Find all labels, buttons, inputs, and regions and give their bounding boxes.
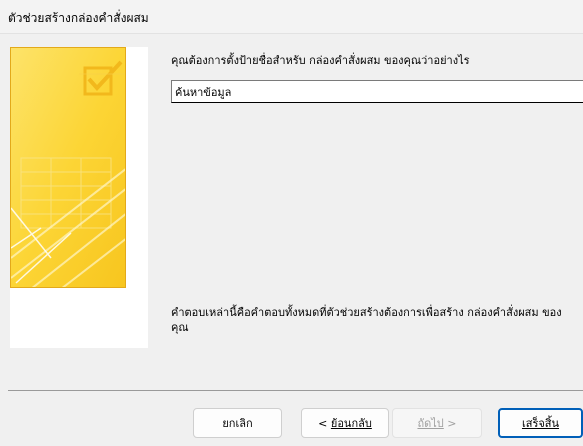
footer-divider — [8, 390, 583, 391]
wizard-description: คำตอบเหล่านี้คือคำตอบทั้งหมดที่ตัวช่วยสร… — [171, 306, 562, 334]
checkbox-illustration-icon — [11, 48, 125, 287]
wizard-side-panel — [10, 47, 148, 348]
next-button-label: ถัดไป — [417, 417, 444, 430]
cancel-button[interactable]: ยกเลิก — [193, 408, 282, 438]
combo-label-input[interactable] — [171, 80, 583, 103]
wizard-illustration — [10, 47, 126, 288]
back-button[interactable]: < ย้อนกลับ — [301, 408, 389, 438]
next-button-suffix: > — [443, 416, 457, 430]
back-button-label: ย้อนกลับ — [330, 417, 372, 430]
finish-button[interactable]: เสร็จสิ้น — [498, 408, 583, 438]
back-button-prefix: < — [318, 416, 331, 430]
next-button[interactable]: ถัดไป > — [392, 408, 482, 438]
window-title: ตัวช่วยสร้างกล่องคำสั่งผสม — [8, 11, 149, 25]
title-bar: ตัวช่วยสร้างกล่องคำสั่งผสม — [0, 0, 583, 34]
cancel-button-label: ยกเลิก — [222, 417, 253, 430]
finish-button-label: เสร็จสิ้น — [521, 417, 560, 430]
label-prompt: คุณต้องการตั้งป้ายชื่อสำหรับ กล่องคำสั่ง… — [171, 54, 470, 67]
